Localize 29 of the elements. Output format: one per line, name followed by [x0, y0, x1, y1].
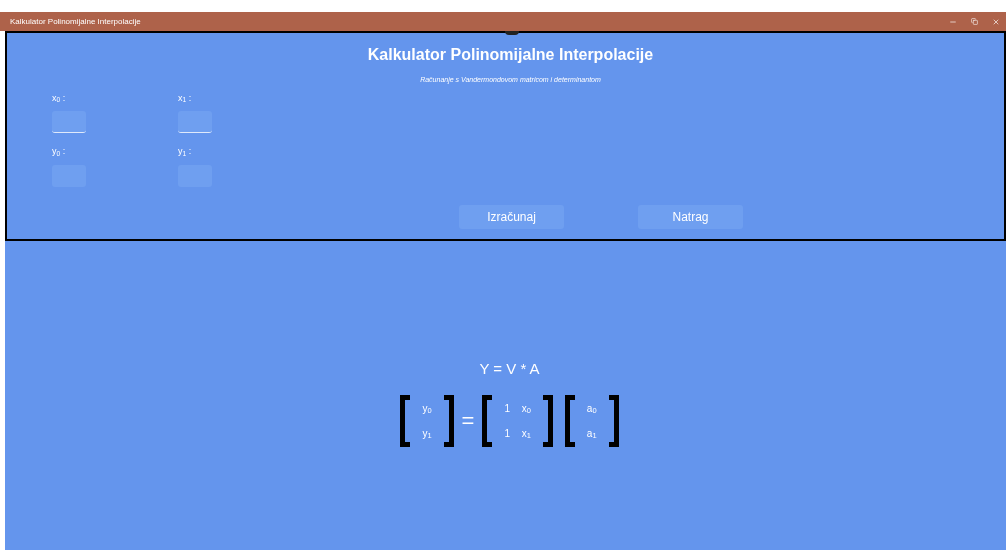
matrix-entry: 1 — [504, 426, 512, 441]
close-icon[interactable] — [992, 17, 1000, 26]
matrix-entry: 1 — [504, 401, 512, 416]
action-button[interactable]: Natrag — [638, 204, 743, 229]
matrix-entry: y$_{1}$ — [422, 426, 432, 441]
field-label: x$_{1}$ : — [178, 91, 193, 105]
restore-icon[interactable] — [971, 18, 978, 25]
equation-text: Y = V * A — [479, 359, 540, 379]
window-title: Kalkulator Polinomijalne Interpolacije — [10, 16, 141, 27]
matrix-entry: x$_{0}$ — [521, 401, 531, 416]
app-title: Kalkulator Polinomijalne Interpolacije — [367, 45, 654, 65]
bracket-icon — [608, 394, 619, 447]
matrix-entry: y$_{0}$ — [422, 401, 432, 416]
bracket-icon — [542, 394, 553, 447]
field-label: x$_{0}$ : — [52, 91, 67, 105]
action-button[interactable]: Izračunaj — [459, 204, 564, 229]
matrix-entry: a$_{0}$ — [586, 401, 597, 416]
matrix-entry: x$_{1}$ — [521, 426, 531, 441]
field-label: y$_{1}$ : — [178, 145, 193, 159]
field-label: y$_{0}$ : — [52, 145, 67, 159]
handle-icon — [505, 31, 519, 35]
bracket-icon — [482, 394, 493, 447]
bracket-icon — [443, 394, 454, 447]
bracket-icon — [400, 394, 411, 447]
input-field[interactable] — [52, 111, 86, 133]
input-field[interactable] — [178, 111, 212, 133]
bracket-icon — [564, 394, 575, 447]
equals-sign: = — [460, 407, 476, 435]
matrix-entry: a$_{1}$ — [586, 426, 597, 441]
